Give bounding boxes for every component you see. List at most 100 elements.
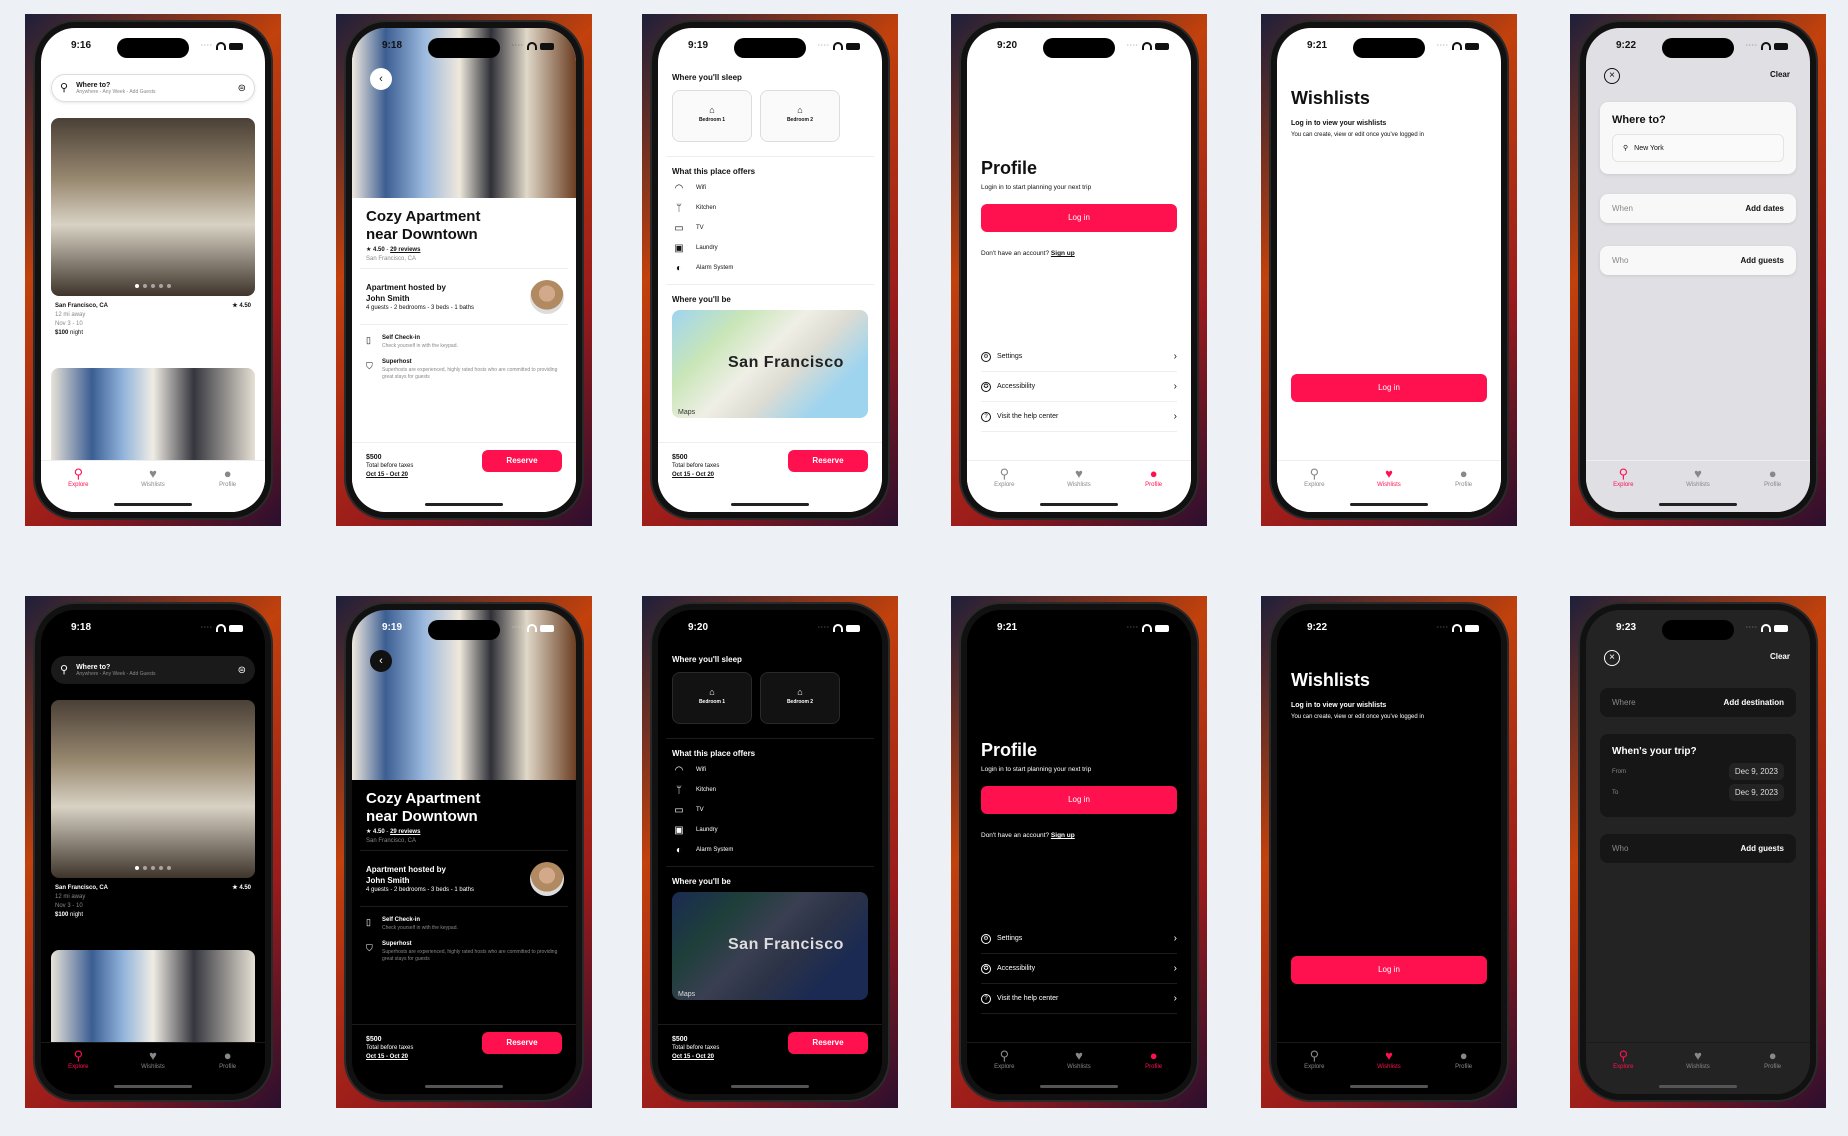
- tab-label: Explore: [68, 482, 89, 488]
- tab-explore[interactable]: ⚲ Explore: [1593, 467, 1653, 512]
- phone-frame: Wishlists Log in to view your wishlists Yo…: [1271, 22, 1507, 518]
- listing-dates: Nov 3 - 10: [55, 321, 83, 327]
- tab-profile[interactable]: ● Profile: [1124, 467, 1184, 512]
- chevron-right-icon: ›: [1173, 963, 1177, 974]
- amenity-label: Alarm System: [696, 847, 734, 853]
- listing-info[interactable]: San Francisco, CA ★ 4.50 12 mi away Nov 3 -…: [55, 302, 251, 338]
- wishlists-title: Wishlists: [1291, 670, 1370, 690]
- wishlists-heading: Log in to view your wishlists: [1291, 120, 1387, 127]
- location-map[interactable]: San Francisco Maps: [672, 310, 868, 418]
- reserve-button[interactable]: Reserve: [788, 450, 868, 472]
- superhost-icon: ⛉: [366, 943, 373, 953]
- menu-item-accessibility[interactable]: ✪ Accessibility ›: [981, 954, 1177, 984]
- person-icon: ●: [1459, 1048, 1468, 1063]
- filter-icon[interactable]: ⊜: [238, 82, 246, 95]
- back-button[interactable]: ‹: [370, 650, 392, 672]
- search-bar[interactable]: ⚲ Where to? Anywhere - Any Week - Add Gues…: [51, 656, 255, 684]
- listing-photo[interactable]: [51, 118, 255, 296]
- reserve-button[interactable]: Reserve: [482, 1032, 562, 1054]
- tab-profile[interactable]: ● Profile: [198, 1049, 258, 1094]
- when-card[interactable]: When Add dates: [1600, 194, 1796, 223]
- heart-icon: ♥: [1075, 466, 1083, 481]
- menu-item-settings[interactable]: ⚙ Settings ›: [981, 342, 1177, 372]
- login-button[interactable]: Log in: [1291, 956, 1487, 984]
- back-button[interactable]: ‹: [370, 68, 392, 90]
- phone-screen: Where you'll sleep ⌂ Bedroom 1 ⌂ Bedroom 2 Wh…: [658, 610, 882, 1094]
- amenity-label: TV: [696, 807, 704, 813]
- feature-title: Superhost: [382, 359, 412, 365]
- battery-icon: [229, 42, 243, 50]
- tab-explore[interactable]: ⚲ Explore: [974, 1049, 1034, 1094]
- booking-dates[interactable]: Oct 15 - Oct 20: [366, 471, 562, 480]
- shield-icon: ◐: [675, 844, 683, 856]
- person-icon: ●: [1149, 1048, 1158, 1063]
- bedroom-card[interactable]: ⌂ Bedroom 1: [672, 672, 752, 724]
- signup-link[interactable]: Sign up: [1051, 250, 1075, 257]
- from-date-picker[interactable]: Dec 9, 2023: [1728, 763, 1784, 780]
- reserve-button[interactable]: Reserve: [482, 450, 562, 472]
- close-icon[interactable]: ×: [1604, 650, 1620, 666]
- menu-item-visit[interactable]: ? Visit the help center ›: [981, 984, 1177, 1014]
- tab-explore[interactable]: ⚲ Explore: [1284, 1049, 1344, 1094]
- person-icon: ●: [1768, 466, 1777, 481]
- divider: [360, 906, 568, 907]
- reviews-link[interactable]: 29 reviews: [390, 829, 420, 835]
- menu-item-settings[interactable]: ⚙ Settings ›: [981, 924, 1177, 954]
- amenity-item: ᛘ Kitchen: [672, 780, 733, 800]
- who-card[interactable]: Who Add guests: [1600, 246, 1796, 275]
- wifi-icon: [1452, 624, 1462, 632]
- bedroom-card[interactable]: ⌂ Bedroom 2: [760, 90, 840, 142]
- when-card: When's your trip? From Dec 9, 2023 To Dec 9,…: [1600, 734, 1796, 817]
- status-bar: 9:18 ····: [352, 40, 576, 56]
- tab-label: Explore: [1304, 482, 1325, 488]
- reviews-link[interactable]: 29 reviews: [390, 247, 420, 253]
- battery-icon: [846, 624, 860, 632]
- reserve-button[interactable]: Reserve: [788, 1032, 868, 1054]
- who-card[interactable]: Who Add guests: [1600, 834, 1796, 863]
- chevron-right-icon: ›: [1173, 993, 1177, 1004]
- tab-profile[interactable]: ● Profile: [1124, 1049, 1184, 1094]
- tab-profile[interactable]: ● Profile: [1434, 1049, 1494, 1094]
- tab-profile[interactable]: ● Profile: [1743, 467, 1803, 512]
- login-button[interactable]: Log in: [1291, 374, 1487, 402]
- listing-info[interactable]: San Francisco, CA ★ 4.50 12 mi away Nov 3 -…: [55, 884, 251, 920]
- clear-button[interactable]: Clear: [1770, 652, 1790, 661]
- person-icon: ●: [1768, 1048, 1777, 1063]
- booking-dates[interactable]: Oct 15 - Oct 20: [366, 1053, 562, 1062]
- menu-item-accessibility[interactable]: ✪ Accessibility ›: [981, 372, 1177, 402]
- location-map[interactable]: San Francisco Maps: [672, 892, 868, 1000]
- screenshot-detail-scrolled-dark: Where you'll sleep ⌂ Bedroom 1 ⌂ Bedroom 2 Wh…: [642, 596, 898, 1108]
- phone-frame: Where you'll sleep ⌂ Bedroom 1 ⌂ Bedroom 2 Wh…: [652, 22, 888, 518]
- close-icon[interactable]: ×: [1604, 68, 1620, 84]
- tab-explore[interactable]: ⚲ Explore: [1593, 1049, 1653, 1094]
- listing-photo[interactable]: [51, 700, 255, 878]
- where-card[interactable]: Where Add destination: [1600, 688, 1796, 717]
- destination-search-input[interactable]: ⚲ New York: [1612, 134, 1784, 162]
- search-bar[interactable]: ⚲ Where to? Anywhere - Any Week - Add Gues…: [51, 74, 255, 102]
- phone-screen: × Clear Where Add destination When's your tr…: [1586, 610, 1810, 1094]
- tab-profile[interactable]: ● Profile: [198, 467, 258, 512]
- login-button[interactable]: Log in: [981, 204, 1177, 232]
- tab-explore[interactable]: ⚲ Explore: [974, 467, 1034, 512]
- to-date-picker[interactable]: Dec 9, 2023: [1728, 784, 1784, 801]
- status-bar: 9:21 ····: [1277, 40, 1501, 56]
- tab-label: Profile: [1145, 1064, 1163, 1070]
- tab-profile[interactable]: ● Profile: [1743, 1049, 1803, 1094]
- tab-explore[interactable]: ⚲ Explore: [48, 467, 108, 512]
- booking-dates[interactable]: Oct 15 - Oct 20: [672, 1053, 868, 1062]
- tab-explore[interactable]: ⚲ Explore: [48, 1049, 108, 1094]
- photo-page-dots: [135, 284, 171, 288]
- tab-label: Profile: [1455, 482, 1473, 488]
- bedroom-card[interactable]: ⌂ Bedroom 1: [672, 90, 752, 142]
- signup-link[interactable]: Sign up: [1051, 832, 1075, 839]
- login-button[interactable]: Log in: [981, 786, 1177, 814]
- tab-profile[interactable]: ● Profile: [1434, 467, 1494, 512]
- filter-icon[interactable]: ⊜: [238, 664, 246, 677]
- booking-dates[interactable]: Oct 15 - Oct 20: [672, 471, 868, 480]
- chevron-right-icon: ›: [1173, 351, 1177, 362]
- clear-button[interactable]: Clear: [1770, 70, 1790, 79]
- bedroom-card[interactable]: ⌂ Bedroom 2: [760, 672, 840, 724]
- menu-item-visit[interactable]: ? Visit the help center ›: [981, 402, 1177, 432]
- wifi-icon: [1761, 624, 1771, 632]
- tab-explore[interactable]: ⚲ Explore: [1284, 467, 1344, 512]
